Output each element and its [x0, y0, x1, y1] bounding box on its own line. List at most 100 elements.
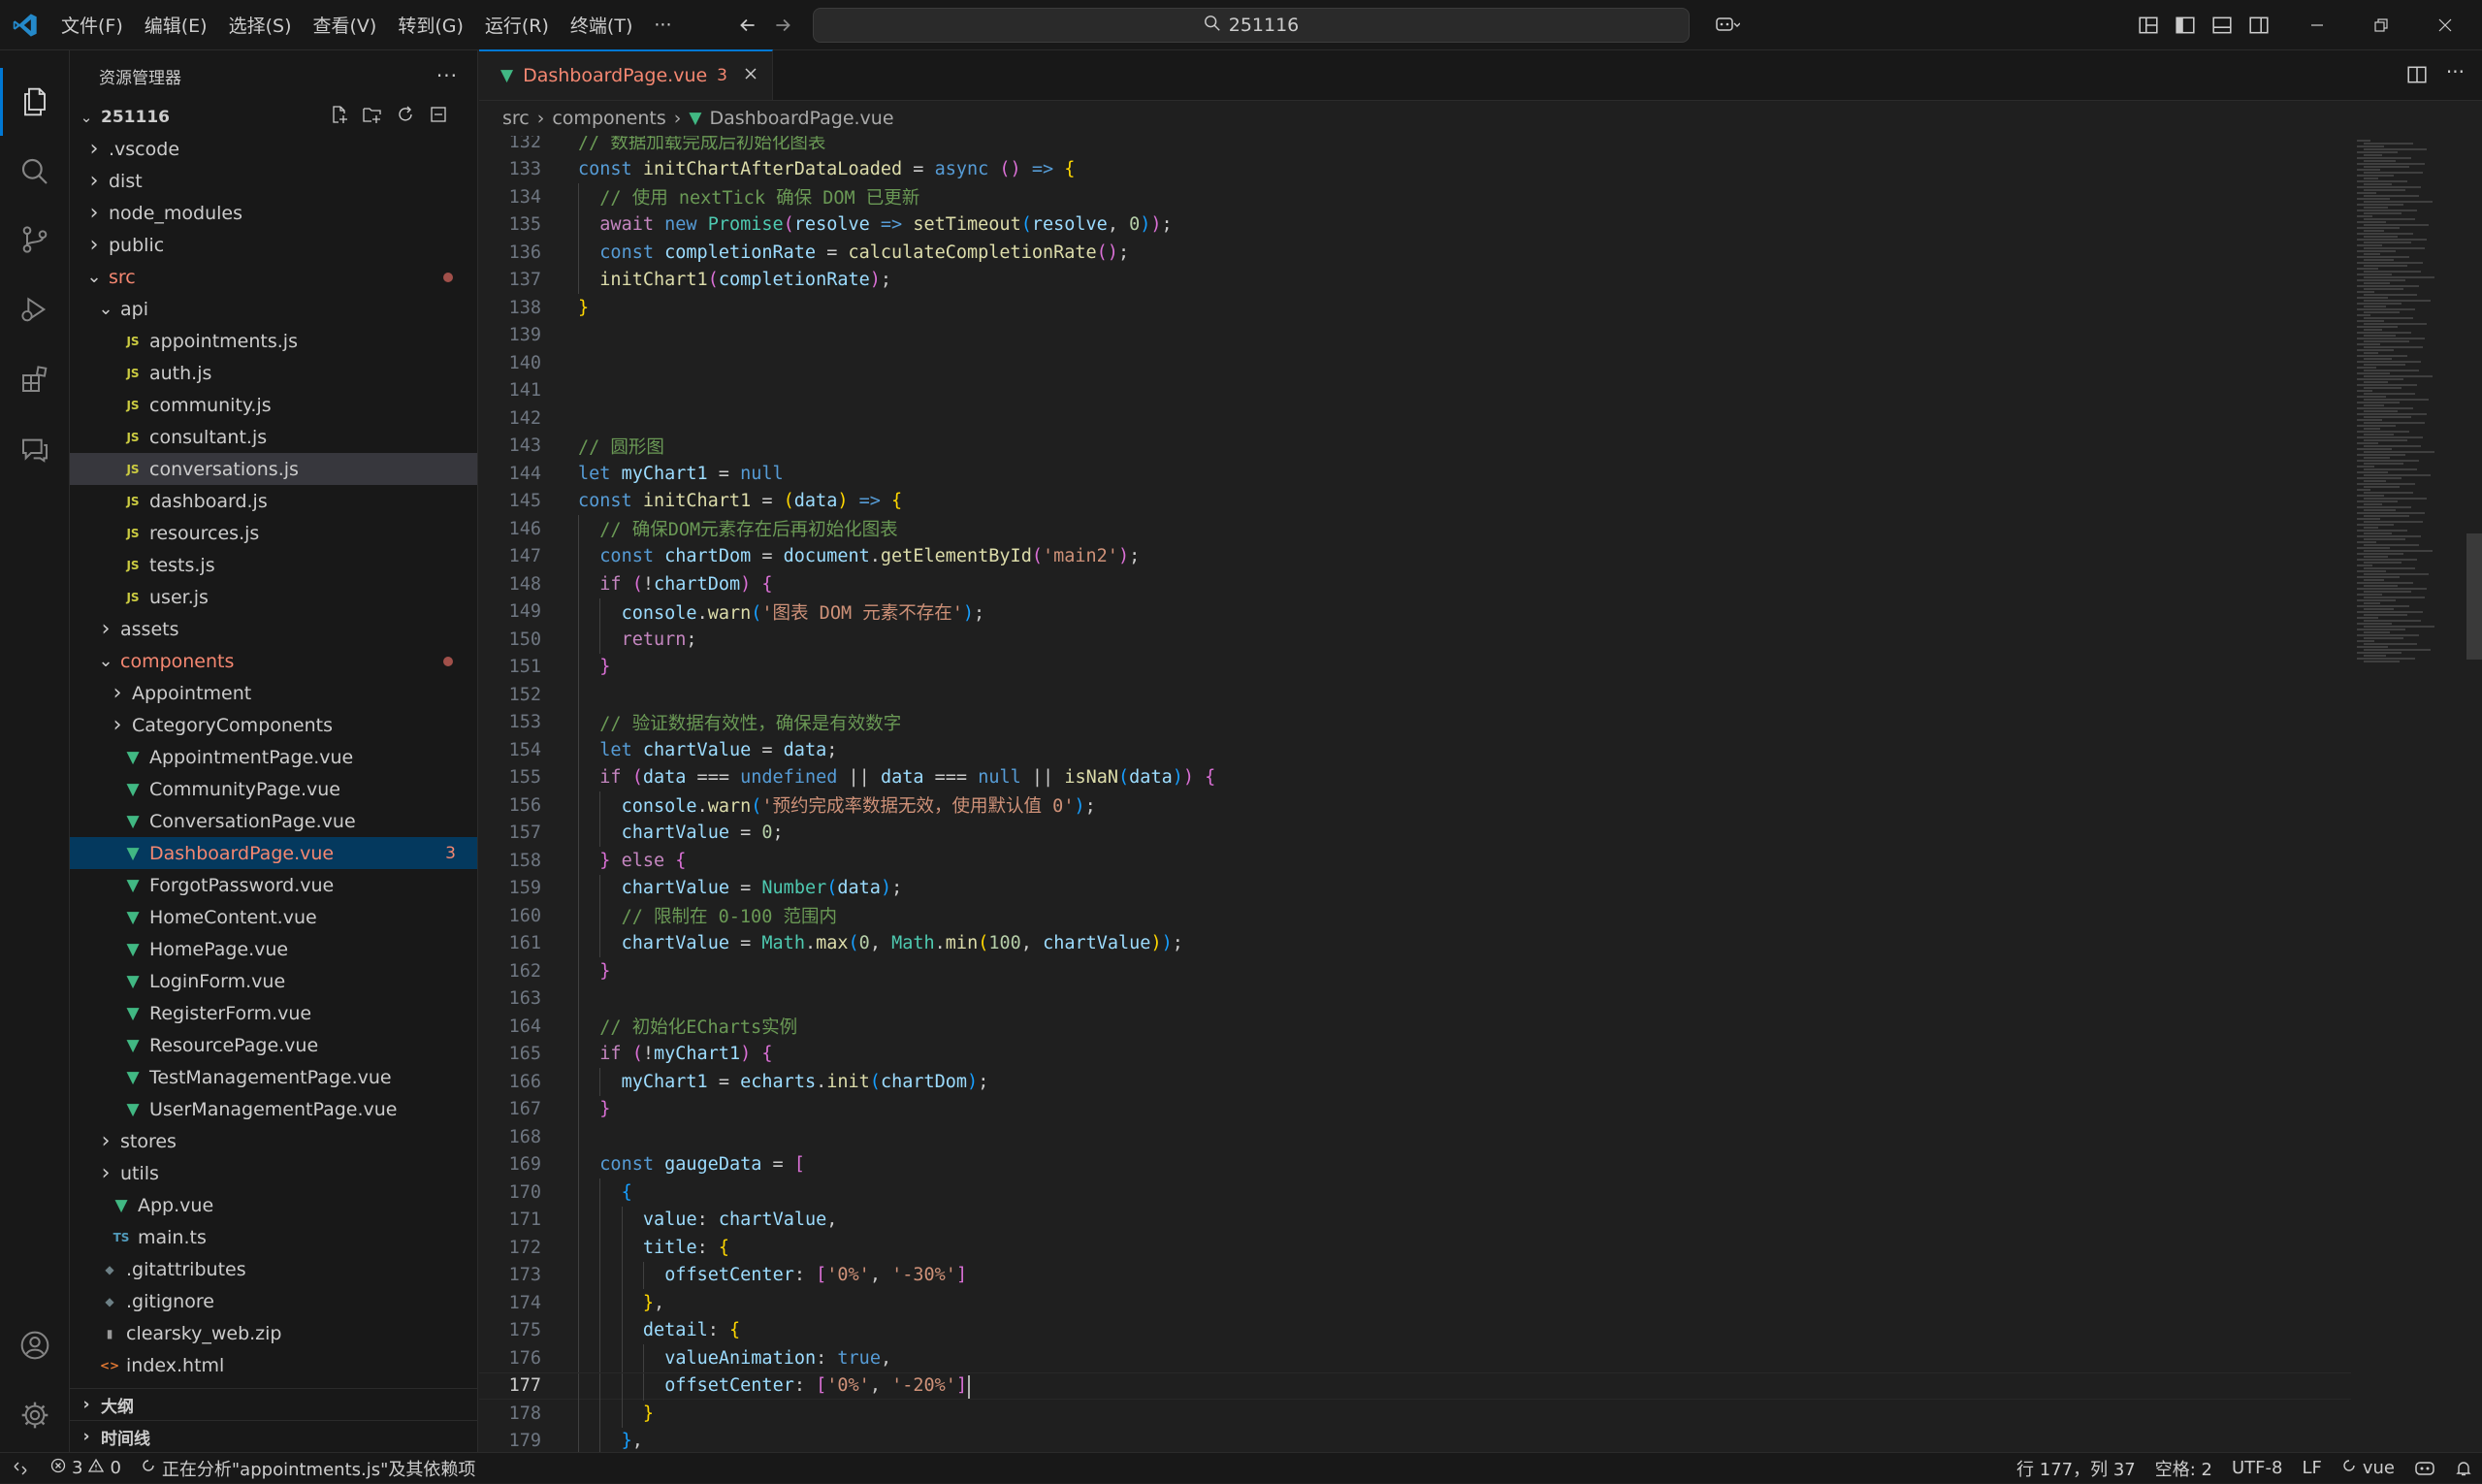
command-center-search[interactable]: 251116	[813, 8, 1690, 43]
toggle-secondary-sidebar-icon[interactable]	[2240, 0, 2277, 50]
collapse-all-icon[interactable]	[429, 105, 448, 129]
breadcrumb-item-components[interactable]: components	[552, 108, 665, 129]
menu-item[interactable]: 文件(F)	[50, 0, 134, 50]
code-line[interactable]: 141	[479, 377, 2351, 405]
menu-overflow[interactable]: ···	[643, 0, 682, 50]
code-line[interactable]: 176 valueAnimation: true,	[479, 1344, 2351, 1372]
code-line[interactable]: 160 // 限制在 0-100 范围内	[479, 902, 2351, 930]
code-line[interactable]: 163	[479, 984, 2351, 1013]
outline-section[interactable]: › 大纲	[70, 1388, 478, 1420]
tab-dashboardpage-vue[interactable]: ▼ DashboardPage.vue 3	[479, 49, 773, 100]
menu-item[interactable]: 转到(G)	[387, 0, 474, 50]
code-line[interactable]: 136 const completionRate = calculateCompl…	[479, 239, 2351, 267]
menu-item[interactable]: 编辑(E)	[134, 0, 218, 50]
tree-file[interactable]: JS resources.js	[70, 517, 477, 549]
tree-file[interactable]: ▼ TestManagementPage.vue	[70, 1061, 477, 1093]
code-line[interactable]: 161 chartValue = Math.max(0, Math.min(100…	[479, 929, 2351, 957]
toggle-primary-sidebar-icon[interactable]	[2167, 0, 2204, 50]
toggle-panel-icon[interactable]	[2204, 0, 2240, 50]
tree-file[interactable]: JS auth.js	[70, 357, 477, 389]
code-line[interactable]: 139	[479, 322, 2351, 350]
code-line[interactable]: 162}	[479, 957, 2351, 985]
code-line[interactable]: 171 value: chartValue,	[479, 1206, 2351, 1234]
run-debug-icon[interactable]	[0, 275, 70, 343]
tree-file[interactable]: ▮ clearsky_web.zip	[70, 1317, 477, 1349]
tree-file[interactable]: ▼ App.vue	[70, 1189, 477, 1221]
tree-file[interactable]: JS conversations.js	[70, 453, 477, 485]
extensions-icon[interactable]	[0, 345, 70, 413]
tree-file[interactable]: JS dashboard.js	[70, 485, 477, 517]
code-line[interactable]: 151}	[479, 653, 2351, 681]
code-line[interactable]: 145 const initChart1 = (data) => {	[479, 488, 2351, 516]
remote-indicator-icon[interactable]	[0, 1453, 41, 1484]
new-file-icon[interactable]	[330, 105, 349, 129]
tree-file[interactable]: ▼ LoginForm.vue	[70, 965, 477, 997]
code-line[interactable]: 144 let myChart1 = null	[479, 460, 2351, 488]
tree-file[interactable]: ▼ CommunityPage.vue	[70, 773, 477, 805]
code-line[interactable]: 140	[479, 349, 2351, 377]
code-line[interactable]: 149 console.warn('图表 DOM 元素不存在');	[479, 597, 2351, 626]
timeline-section[interactable]: › 时间线	[70, 1420, 478, 1452]
code-line[interactable]: 152	[479, 681, 2351, 709]
cursor-position[interactable]: 行 177，列 37	[2007, 1453, 2145, 1484]
code-line[interactable]: 170 {	[479, 1178, 2351, 1207]
tree-folder[interactable]: › Appointment	[70, 677, 477, 709]
code-line[interactable]: 142	[479, 404, 2351, 433]
tree-folder[interactable]: ⌄ api	[70, 293, 477, 325]
tree-file[interactable]: ▼ ForgotPassword.vue	[70, 869, 477, 901]
code-line[interactable]: 175 detail: {	[479, 1316, 2351, 1344]
code-line[interactable]: 155 if (data === undefined || data === nu…	[479, 763, 2351, 791]
tree-file[interactable]: JS tests.js	[70, 549, 477, 581]
menu-item[interactable]: 运行(R)	[474, 0, 560, 50]
tree-file[interactable]: ▼ HomePage.vue	[70, 933, 477, 965]
editor-more-actions-icon[interactable]: ···	[2446, 60, 2465, 83]
back-arrow-icon[interactable]	[729, 0, 766, 50]
tree-file[interactable]: JS consultant.js	[70, 421, 477, 453]
code-line[interactable]: 166 myChart1 = echarts.init(chartDom);	[479, 1068, 2351, 1096]
settings-gear-icon[interactable]	[0, 1381, 70, 1449]
code-line[interactable]: 147 const chartDom = document.getElementB…	[479, 542, 2351, 570]
tree-file[interactable]: ▼ HomeContent.vue	[70, 901, 477, 933]
tree-file[interactable]: ▼ AppointmentPage.vue	[70, 741, 477, 773]
code-line[interactable]: 173 offsetCenter: ['0%', '-30%']	[479, 1261, 2351, 1289]
code-line[interactable]: 153 // 验证数据有效性，确保是有效数字	[479, 708, 2351, 736]
tree-file[interactable]: JS appointments.js	[70, 325, 477, 357]
code-line[interactable]: 132 // 数据加载完成后初始化图表	[479, 136, 2351, 156]
workspace-root[interactable]: ⌄ 251116	[70, 101, 477, 133]
code-line[interactable]: 167}	[479, 1095, 2351, 1123]
code-line[interactable]: 168	[479, 1123, 2351, 1151]
code-editor[interactable]: 132 // 数据加载完成后初始化图表 133 const initChartAfte…	[479, 136, 2351, 1452]
notifications-bell-icon[interactable]	[2445, 1453, 2482, 1484]
restore-icon[interactable]	[2357, 0, 2405, 50]
menu-item[interactable]: 选择(S)	[218, 0, 303, 50]
code-line[interactable]: 156 console.warn('预约完成率数据无效，使用默认值 0');	[479, 791, 2351, 820]
tree-file[interactable]: TS main.ts	[70, 1221, 477, 1253]
refresh-icon[interactable]	[396, 105, 415, 129]
code-line[interactable]: 178}	[479, 1400, 2351, 1428]
tree-folder[interactable]: ⌄ src	[70, 261, 477, 293]
split-editor-icon[interactable]	[2406, 64, 2428, 89]
copilot-icon[interactable]	[1703, 0, 1752, 50]
tree-folder[interactable]: › stores	[70, 1125, 477, 1157]
new-folder-icon[interactable]	[363, 105, 382, 129]
tree-folder[interactable]: › .vscode	[70, 133, 477, 165]
tree-folder[interactable]: › node_modules	[70, 197, 477, 229]
scrollbar-thumb[interactable]	[2466, 533, 2482, 660]
code-line[interactable]: 138}	[479, 294, 2351, 322]
minimize-icon[interactable]	[2293, 0, 2341, 50]
search-view-icon[interactable]	[0, 138, 70, 206]
code-line[interactable]: 157 chartValue = 0;	[479, 819, 2351, 847]
tree-file[interactable]: ▼ ConversationPage.vue	[70, 805, 477, 837]
code-line[interactable]: 179},	[479, 1427, 2351, 1452]
tree-file[interactable]: JS community.js	[70, 389, 477, 421]
account-icon[interactable]	[0, 1311, 70, 1379]
close-tab-icon[interactable]	[743, 65, 758, 86]
language-mode[interactable]: vue	[2332, 1453, 2404, 1484]
code-line[interactable]: 135 await new Promise(resolve => setTimeo…	[479, 210, 2351, 239]
breadcrumb-item-src[interactable]: src	[502, 108, 530, 129]
copilot-status-icon[interactable]	[2404, 1453, 2445, 1484]
code-line[interactable]: 133 const initChartAfterDataLoaded = asyn…	[479, 156, 2351, 184]
code-line[interactable]: 158} else {	[479, 847, 2351, 875]
tree-folder[interactable]: ⌄ components	[70, 645, 477, 677]
tree-file[interactable]: ▼ DashboardPage.vue 3	[70, 837, 477, 869]
